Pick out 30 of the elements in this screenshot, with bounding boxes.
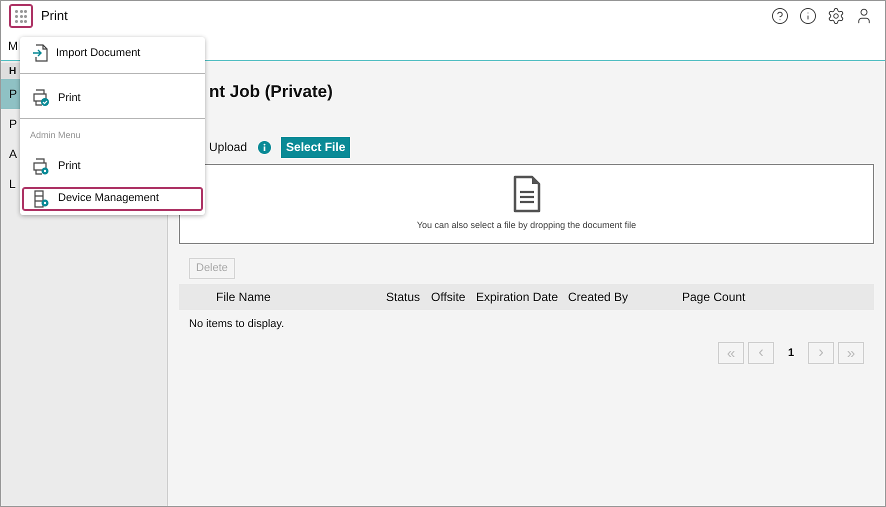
sidebar-heading: H xyxy=(9,64,16,78)
page-title: nt Job (Private) xyxy=(209,81,334,103)
app-title: Print xyxy=(41,7,68,26)
printer-check-icon xyxy=(32,89,50,107)
menu-section-heading: Admin Menu xyxy=(30,129,82,142)
empty-message: No items to display. xyxy=(189,316,286,332)
menu-tab[interactable]: M xyxy=(8,36,18,54)
column-header: File Name xyxy=(216,288,272,306)
column-header: Expiration Date xyxy=(476,288,560,306)
info-icon[interactable] xyxy=(258,140,272,154)
device-gear-icon xyxy=(32,190,50,208)
column-header: Offsite xyxy=(431,288,466,306)
column-header: Created By xyxy=(568,288,630,306)
column-header: Status xyxy=(386,288,422,306)
help-icon[interactable] xyxy=(771,7,789,25)
column-header: Page Count xyxy=(682,288,746,306)
drop-zone[interactable]: You can also select a file by dropping the document file xyxy=(179,164,874,244)
menu-item[interactable]: Device Management xyxy=(22,186,203,210)
app-launcher-button[interactable] xyxy=(9,4,33,28)
settings-icon[interactable] xyxy=(827,7,845,25)
drop-hint: You can also select a file by dropping the document file xyxy=(416,218,636,232)
printer-gear-icon xyxy=(32,158,50,176)
menu-item[interactable]: Import Document xyxy=(22,41,203,65)
info-icon[interactable] xyxy=(799,7,817,25)
select-file-button[interactable]: Select File xyxy=(281,136,350,158)
page-number: 1 xyxy=(786,346,796,361)
upload-label: Upload xyxy=(209,139,248,156)
import-icon xyxy=(32,44,48,62)
document-icon xyxy=(512,174,540,213)
menu-item[interactable]: Print xyxy=(22,86,203,110)
